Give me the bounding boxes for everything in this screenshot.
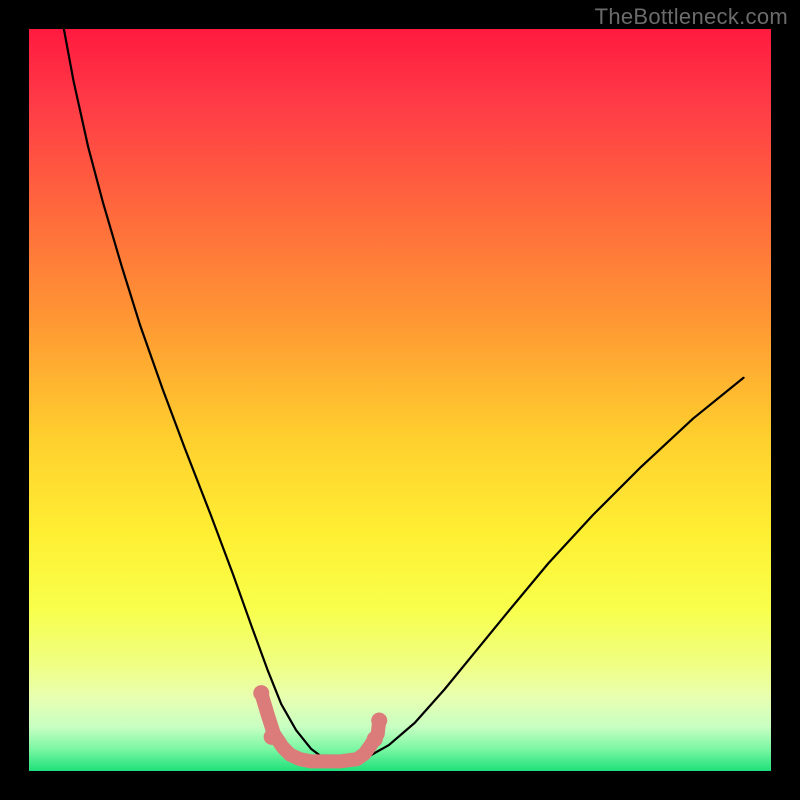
bottleneck-chart	[0, 0, 800, 800]
optimal-zone-dot	[264, 729, 280, 745]
optimal-zone-dot	[367, 731, 383, 747]
optimal-zone-dot	[371, 713, 387, 729]
optimal-zone-dot	[253, 685, 269, 701]
watermark-text: TheBottleneck.com	[595, 4, 788, 30]
plot-area	[29, 29, 771, 771]
chart-stage: TheBottleneck.com	[0, 0, 800, 800]
